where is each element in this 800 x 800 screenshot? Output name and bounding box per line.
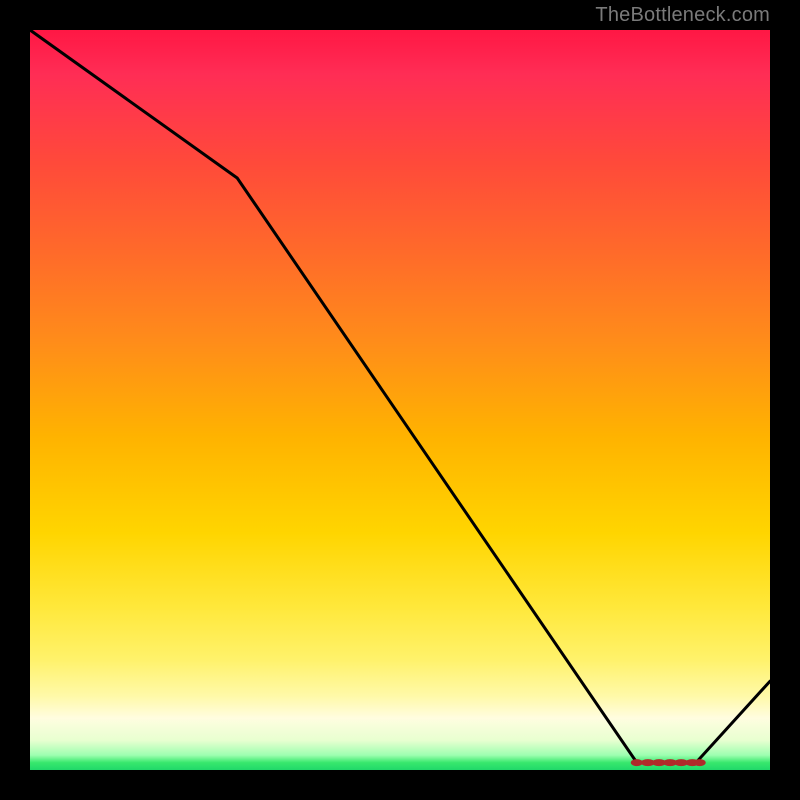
marker-group <box>631 759 706 766</box>
chart-stage: TheBottleneck.com <box>0 0 800 800</box>
main-curve <box>30 30 770 763</box>
marker-dot <box>694 759 706 766</box>
watermark-text: TheBottleneck.com <box>595 4 770 27</box>
chart-overlay <box>30 30 770 770</box>
